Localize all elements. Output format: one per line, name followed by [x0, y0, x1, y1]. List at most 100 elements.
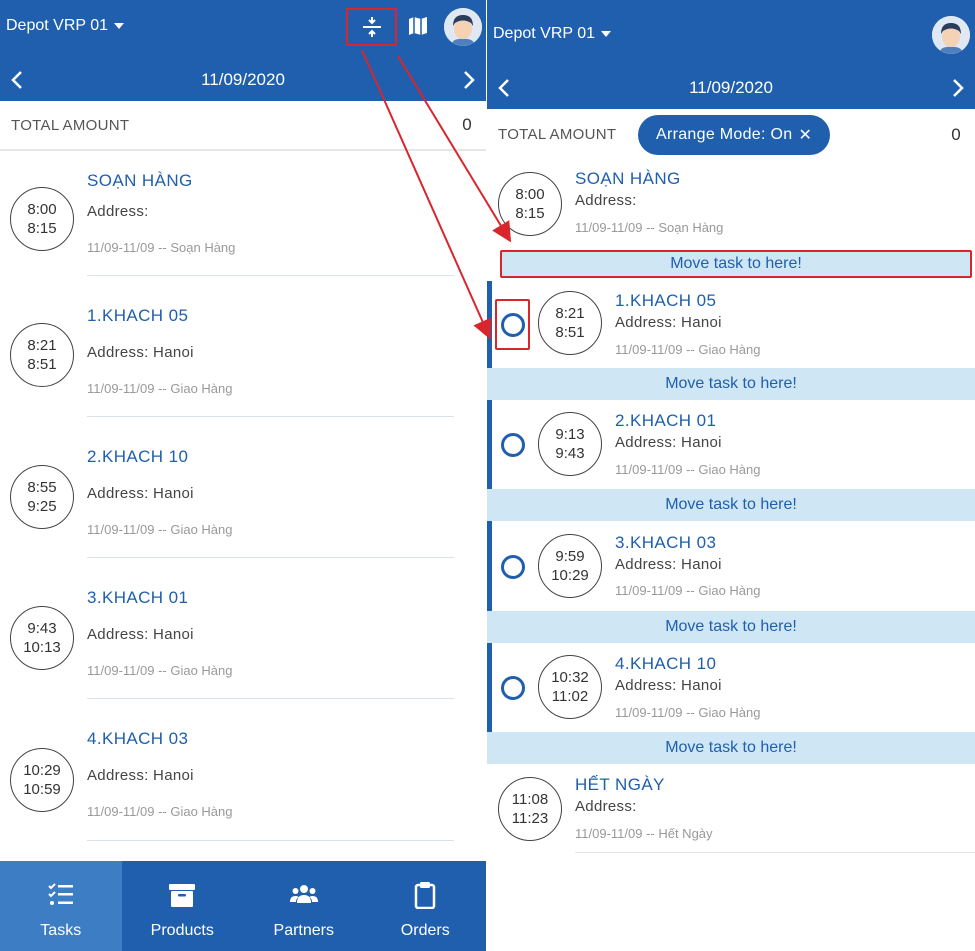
task-address: Address: Hanoi [87, 485, 194, 502]
app-header: Depot VRP 01 11/09/2020 [487, 0, 975, 109]
tasks-icon [48, 883, 73, 905]
task-address: Address: Hanoi [615, 434, 722, 451]
start-time: 8:21 [27, 337, 57, 354]
current-date: 11/09/2020 [689, 78, 773, 97]
drop-zone[interactable]: Move task to here! [487, 732, 975, 764]
task-meta: 11/09-11/09 -- Giao Hàng [87, 522, 233, 537]
task-item[interactable]: 9:43 10:13 3.KHACH 01 Address: Hanoi 11/… [0, 574, 486, 715]
task-address: Address: Hanoi [87, 344, 194, 361]
select-radio[interactable] [501, 676, 525, 700]
map-button[interactable] [406, 14, 430, 38]
depot-selector[interactable]: Depot VRP 01 [493, 25, 611, 43]
tab-tasks[interactable]: Tasks [0, 861, 122, 951]
tab-orders[interactable]: Orders [365, 861, 487, 951]
drop-zone[interactable]: Move task to here! [500, 250, 972, 278]
select-radio[interactable] [501, 313, 525, 337]
select-radio[interactable] [501, 555, 525, 579]
divider [87, 557, 454, 558]
chevron-left-icon[interactable] [495, 78, 515, 98]
task-address: Address: Hanoi [87, 626, 194, 643]
task-title: 4.KHACH 03 [87, 729, 189, 748]
end-time: 8:15 [27, 220, 57, 237]
task-item[interactable]: 8:00 8:15 SOẠN HÀNG Address: 11/09-11/09… [0, 151, 486, 292]
tab-label: Partners [273, 922, 334, 939]
drop-zone-label: Move task to here! [665, 496, 797, 513]
task-title: 4.KHACH 10 [615, 654, 717, 673]
total-amount-row: TOTAL AMOUNT 0 [0, 101, 486, 151]
task-meta: 11/09-11/09 -- Giao Hàng [87, 804, 233, 819]
task-meta: 11/09-11/09 -- Soạn Hàng [575, 220, 724, 235]
time-badge: 8:21 8:51 [538, 291, 602, 355]
start-time: 9:13 [555, 426, 585, 443]
drop-zone[interactable]: Move task to here! [487, 611, 975, 643]
divider [87, 275, 454, 276]
task-item[interactable]: 10:29 10:59 4.KHACH 03 Address: Hanoi 11… [0, 715, 486, 856]
avatar-icon [444, 8, 482, 46]
time-badge: 11:08 11:23 [498, 777, 562, 841]
task-meta: 11/09-11/09 -- Giao Hàng [87, 663, 233, 678]
tab-label: Orders [400, 922, 450, 939]
drop-zone[interactable]: Move task to here! [487, 489, 975, 521]
end-time: 10:29 [551, 567, 589, 584]
arrangeable-task[interactable]: 10:32 11:02 4.KHACH 10 Address: Hanoi 11… [487, 643, 975, 732]
task-title: 2.KHACH 10 [87, 447, 189, 466]
task-address: Address: Hanoi [615, 677, 722, 694]
end-time: 11:23 [511, 810, 549, 827]
total-amount-label: TOTAL AMOUNT [498, 126, 617, 143]
task-meta: 11/09-11/09 -- Giao Hàng [87, 381, 233, 396]
map-icon [409, 17, 427, 35]
tab-partners[interactable]: Partners [243, 861, 365, 951]
chevron-left-icon[interactable] [8, 70, 28, 90]
tab-products[interactable]: Products [122, 861, 244, 951]
task-title: 2.KHACH 01 [615, 411, 717, 430]
time-badge: 8:00 8:15 [498, 172, 562, 236]
arrange-mode-label: Arrange Mode: On [656, 126, 793, 143]
task-address: Address: [575, 192, 637, 209]
bottom-tab-bar: Tasks Products Partners Orders [0, 861, 486, 951]
task-meta: 11/09-11/09 -- Giao Hàng [615, 462, 761, 477]
total-amount-label: TOTAL AMOUNT [11, 116, 130, 134]
end-time: 11:02 [551, 688, 589, 705]
end-time: 8:51 [27, 356, 57, 373]
depot-selector[interactable]: Depot VRP 01 [6, 17, 124, 35]
drag-accent [487, 281, 492, 368]
user-avatar[interactable] [444, 8, 482, 46]
archive-box-icon [169, 884, 196, 907]
time-badge: 8:00 8:15 [10, 187, 74, 251]
end-time: 10:13 [23, 639, 61, 656]
start-time: 9:43 [27, 620, 57, 637]
total-amount-value: 0 [951, 124, 961, 144]
select-radio[interactable] [501, 433, 525, 457]
start-time: 8:00 [27, 201, 57, 218]
divider [87, 416, 454, 417]
arrange-mode-button[interactable] [346, 8, 397, 46]
chevron-right-icon[interactable] [947, 78, 967, 98]
user-avatar[interactable] [932, 16, 970, 54]
task-list-screen: Depot VRP 01 11/09/2020 TOTAL AMOUNT 0 8… [0, 0, 486, 951]
task-title: 3.KHACH 03 [615, 533, 717, 552]
tab-label: Tasks [40, 922, 82, 939]
app-header: Depot VRP 01 11/09/2020 [0, 0, 486, 101]
task-item: 11:08 11:23 HẾT NGÀY Address: 11/09-11/0… [487, 765, 975, 855]
drag-accent [487, 521, 492, 611]
task-meta: 11/09-11/09 -- Giao Hàng [615, 342, 761, 357]
task-title: HẾT NGÀY [575, 775, 665, 794]
task-item[interactable]: 8:55 9:25 2.KHACH 10 Address: Hanoi 11/0… [0, 433, 486, 574]
arrangeable-task[interactable]: 9:59 10:29 3.KHACH 03 Address: Hanoi 11/… [487, 521, 975, 611]
chevron-right-icon[interactable] [458, 70, 478, 90]
caret-down-icon [601, 31, 611, 37]
current-date: 11/09/2020 [201, 70, 285, 89]
drag-accent [487, 643, 492, 732]
task-title: 3.KHACH 01 [87, 588, 189, 607]
task-item[interactable]: 8:21 8:51 1.KHACH 05 Address: Hanoi 11/0… [0, 292, 486, 433]
start-time: 8:55 [27, 479, 57, 496]
arrangeable-task[interactable]: 8:21 8:51 1.KHACH 05 Address: Hanoi 11/0… [487, 281, 975, 368]
tab-label: Products [150, 922, 214, 939]
drop-zone[interactable]: Move task to here! [487, 368, 975, 400]
arrange-mode-chip[interactable]: Arrange Mode: On ✕ [638, 115, 831, 155]
close-icon[interactable]: ✕ [798, 125, 812, 145]
start-time: 9:59 [555, 548, 585, 565]
time-badge: 9:59 10:29 [538, 534, 602, 598]
task-item: 8:00 8:15 SOẠN HÀNG Address: 11/09-11/09… [487, 160, 975, 247]
arrangeable-task[interactable]: 9:13 9:43 2.KHACH 01 Address: Hanoi 11/0… [487, 400, 975, 489]
